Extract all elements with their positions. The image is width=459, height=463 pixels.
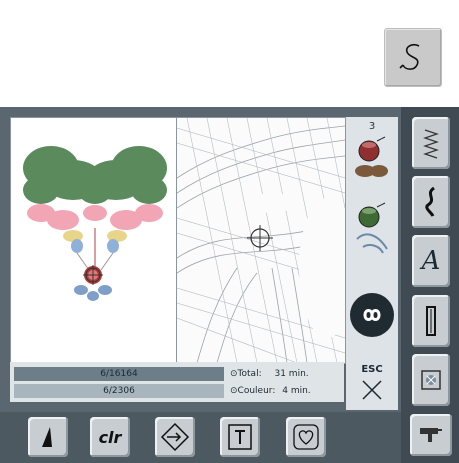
clock-icon: ⊙	[230, 369, 238, 379]
thread-spool-icon	[355, 136, 388, 177]
status-panel: 6/16164 6/2306 ⊙Total: 31 min. ⊙Couleur:…	[10, 362, 344, 402]
thread-spool-icon	[356, 202, 388, 254]
infinity-icon	[363, 309, 381, 321]
alphabet-icon: A	[421, 246, 441, 276]
stitch-progress-text: 6/16164	[100, 369, 138, 379]
sewing-machine-button[interactable]	[410, 414, 452, 456]
alphabet-button[interactable]: A	[412, 235, 450, 287]
color-count: 3	[368, 121, 376, 132]
esc-button[interactable]: ESC	[346, 362, 398, 410]
heart-icon	[293, 424, 319, 450]
clock-icon: ⊙	[230, 386, 238, 396]
favorites-button[interactable]	[286, 417, 326, 457]
design-zoom-view[interactable]	[176, 117, 346, 364]
stitch-s-icon	[399, 43, 420, 70]
design-overview	[10, 117, 177, 364]
document-t-icon	[228, 424, 252, 450]
total-value: 31 min.	[274, 369, 309, 379]
color-time-value: 4 min.	[282, 386, 311, 396]
esc-label: ESC	[361, 364, 383, 375]
embroidery-button[interactable]	[412, 354, 450, 406]
thread-color-1[interactable]	[349, 135, 395, 181]
presser-foot-icon	[42, 427, 52, 447]
color-time-label: Couleur:	[237, 386, 276, 396]
stitch-detail-image	[177, 118, 345, 363]
clear-button[interactable]: clr	[90, 417, 130, 457]
zigzag-icon	[423, 129, 439, 159]
buttonhole-button[interactable]	[412, 295, 450, 347]
foot-control-button[interactable]	[28, 417, 68, 457]
decorative-stitch-icon	[425, 186, 435, 217]
text-edit-button[interactable]	[220, 417, 260, 457]
total-label: Total:	[237, 369, 262, 379]
buttonhole-icon	[426, 306, 436, 336]
stitch-progress-bar: 6/16164	[14, 367, 224, 381]
close-icon	[362, 380, 382, 400]
utility-stitch-button[interactable]	[412, 117, 450, 169]
total-time: ⊙Total: 31 min.	[230, 367, 309, 381]
thread-color-panel: 3	[346, 117, 398, 362]
color-progress-text: 6/2306	[103, 386, 135, 396]
sewing-machine-icon	[420, 428, 442, 442]
clr-label: clr	[98, 427, 122, 447]
loop-button[interactable]	[350, 293, 394, 337]
thread-color-2[interactable]	[349, 201, 395, 261]
design-preview-image	[23, 146, 167, 301]
stitch-select-button[interactable]	[384, 28, 442, 87]
stitch-position-button[interactable]	[155, 417, 195, 457]
decorative-stitch-button[interactable]	[412, 176, 450, 228]
color-progress-bar: 6/2306	[14, 384, 224, 398]
embroidery-icon	[421, 370, 441, 390]
color-time: ⊙Couleur: 4 min.	[230, 384, 311, 398]
diamond-arrow-icon	[160, 422, 190, 452]
